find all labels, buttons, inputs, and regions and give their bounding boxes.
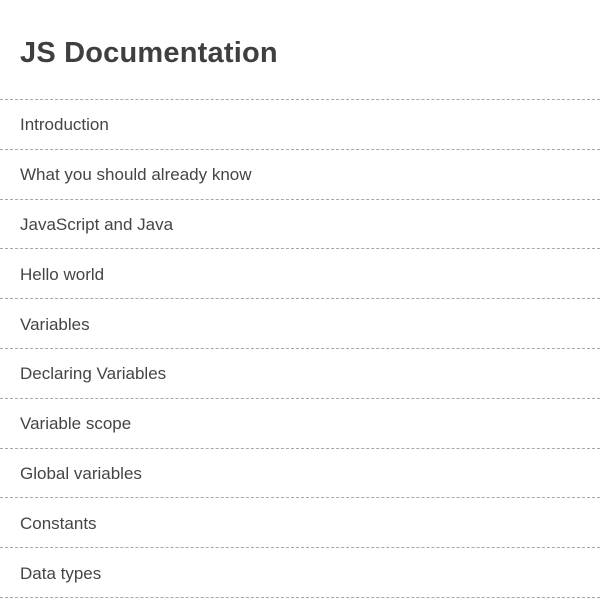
nav-item-variables[interactable]: Variables [0,299,600,349]
nav-list: Introduction What you should already kno… [0,100,600,598]
nav-item-hello-world[interactable]: Hello world [0,249,600,300]
nav-item-javascript-and-java[interactable]: JavaScript and Java [0,200,600,250]
nav-link-global-variables[interactable]: Global variables [20,462,142,484]
nav-item-constants[interactable]: Constants [0,498,600,549]
nav-link-variable-scope[interactable]: Variable scope [20,412,131,434]
nav-item-global-variables[interactable]: Global variables [0,449,600,499]
page-title: JS Documentation [20,37,278,69]
nav-item-introduction[interactable]: Introduction [0,100,600,150]
nav-link-introduction[interactable]: Introduction [20,113,109,135]
navbar: JS Documentation Introduction What you s… [0,0,600,600]
nav-item-what-you-should-already-know[interactable]: What you should already know [0,150,600,200]
nav-link-hello-world[interactable]: Hello world [20,263,104,285]
nav-item-declaring-variables[interactable]: Declaring Variables [0,349,600,399]
nav-header: JS Documentation [0,0,600,100]
nav-link-declaring-variables[interactable]: Declaring Variables [20,362,166,384]
nav-link-variables[interactable]: Variables [20,313,90,335]
nav-link-data-types[interactable]: Data types [20,562,101,584]
nav-link-javascript-and-java[interactable]: JavaScript and Java [20,213,173,235]
nav-item-variable-scope[interactable]: Variable scope [0,399,600,449]
nav-link-what-you-should-already-know[interactable]: What you should already know [20,163,252,185]
nav-link-constants[interactable]: Constants [20,512,97,534]
nav-item-data-types[interactable]: Data types [0,548,600,598]
